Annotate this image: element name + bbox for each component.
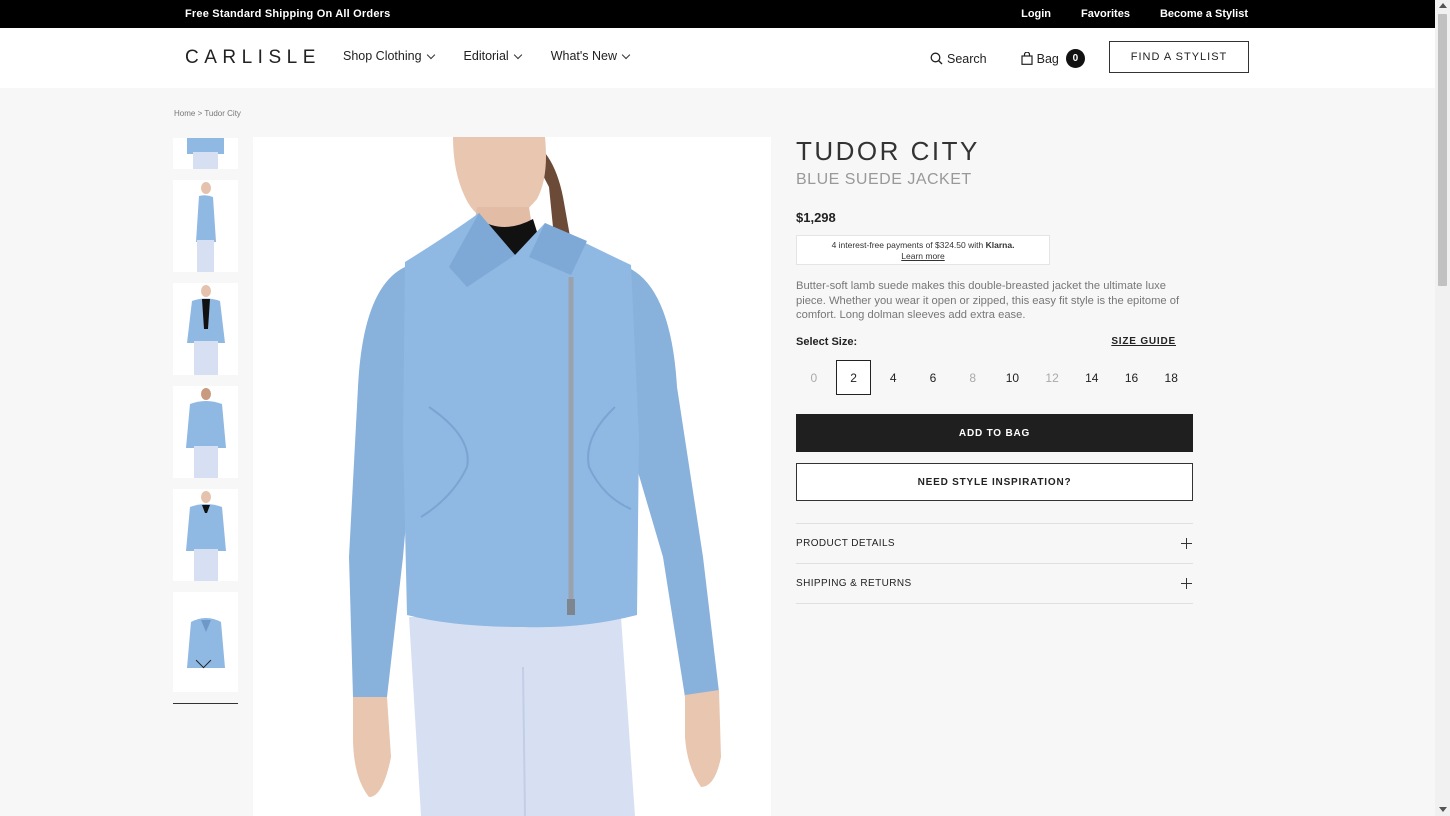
page-scrollbar[interactable]	[1435, 0, 1450, 816]
bag-button[interactable]: Bag 0	[1021, 49, 1085, 68]
find-stylist-button[interactable]: FIND A STYLIST	[1109, 41, 1249, 73]
accordion-label: SHIPPING & RETURNS	[796, 578, 912, 590]
accordion-shipping-returns[interactable]: SHIPPING & RETURNS	[796, 564, 1193, 605]
size-header: Select Size: SIZE GUIDE	[796, 336, 1193, 348]
nav-label: Shop Clothing	[343, 49, 422, 63]
bag-count-badge: 0	[1065, 49, 1085, 68]
product-subtitle: BLUE SUEDE JACKET	[796, 171, 972, 188]
scroll-up-arrow-icon[interactable]	[1439, 3, 1447, 8]
login-link[interactable]: Login	[1021, 8, 1051, 20]
size-option-16[interactable]: 16	[1114, 360, 1150, 395]
product-title: TUDOR CITY	[796, 136, 980, 166]
shipping-message: Free Standard Shipping On All Orders	[185, 8, 391, 20]
size-option-2[interactable]: 2	[835, 360, 872, 396]
thumbnail-image	[187, 285, 225, 375]
size-option-10[interactable]: 10	[995, 360, 1031, 395]
search-label: Search	[947, 51, 987, 66]
account-links: Login Favorites Become a Stylist	[1021, 8, 1248, 20]
nav-shop-clothing[interactable]: Shop Clothing	[343, 49, 435, 63]
size-option-8[interactable]: 8	[955, 360, 991, 395]
product-description: Butter-soft lamb suede makes this double…	[796, 280, 1180, 322]
thumbnail-gallery	[173, 138, 239, 704]
thumbnail-3[interactable]	[173, 283, 238, 375]
become-stylist-link[interactable]: Become a Stylist	[1160, 8, 1248, 20]
product-accordion: PRODUCT DETAILS SHIPPING & RETURNS	[796, 523, 1193, 605]
size-option-0[interactable]: 0	[796, 360, 832, 395]
product-info: TUDOR CITY BLUE SUEDE JACKET $1,298 4 in…	[796, 136, 1193, 605]
bag-icon	[1021, 52, 1033, 65]
size-option-18[interactable]: 18	[1153, 360, 1189, 395]
favorites-link[interactable]: Favorites	[1081, 8, 1130, 20]
select-size-label: Select Size:	[796, 336, 858, 349]
klarna-learn-more-link[interactable]: Learn more	[797, 251, 1049, 262]
thumbnail-image	[186, 388, 226, 478]
thumbnail-6[interactable]	[173, 592, 238, 692]
size-selector: 0 2 4 6 8 10 12 14 16 18	[796, 360, 1193, 396]
chevron-down-icon	[426, 50, 435, 59]
site-header: CARLISLE Shop Clothing Editorial What's …	[0, 28, 1435, 88]
product-photo	[349, 137, 721, 816]
style-inspiration-button[interactable]: NEED STYLE INSPIRATION?	[796, 463, 1193, 502]
size-option-12[interactable]: 12	[1034, 360, 1070, 395]
promo-bar: Free Standard Shipping On All Orders Log…	[0, 0, 1435, 28]
logo[interactable]: CARLISLE	[185, 47, 321, 69]
search-icon	[930, 52, 943, 65]
accordion-label: PRODUCT DETAILS	[796, 538, 895, 550]
add-to-bag-button[interactable]: ADD TO BAG	[796, 414, 1193, 453]
nav-label: What's New	[550, 49, 617, 63]
scrollbar-thumb[interactable]	[1438, 14, 1447, 286]
plus-icon	[1181, 578, 1192, 590]
thumbnail-image	[187, 138, 224, 169]
chevron-down-icon	[621, 50, 631, 59]
chevron-down-icon	[513, 50, 522, 59]
nav-label: Editorial	[463, 49, 509, 63]
nav-whats-new[interactable]: What's New	[550, 49, 631, 63]
thumbnail-2[interactable]	[173, 180, 238, 272]
nav-editorial[interactable]: Editorial	[463, 49, 522, 63]
thumbnail-1[interactable]	[173, 138, 238, 169]
thumbnail-4[interactable]	[173, 386, 238, 478]
breadcrumb[interactable]: Home > Tudor City	[174, 109, 241, 118]
size-guide-link[interactable]: SIZE GUIDE	[1111, 336, 1176, 348]
main-nav: Shop Clothing Editorial What's New	[343, 49, 659, 63]
klarna-banner: 4 interest-free payments of $324.50 with…	[796, 235, 1050, 265]
plus-icon	[1181, 538, 1192, 550]
klarna-logo: Klarna.	[985, 240, 1015, 250]
size-option-4[interactable]: 4	[875, 360, 911, 395]
product-price: $1,298	[796, 210, 836, 225]
scroll-down-arrow-icon[interactable]	[1439, 807, 1447, 812]
klarna-text: 4 interest-free payments of $324.50 with	[831, 240, 984, 250]
thumbnail-image	[187, 618, 225, 668]
header-actions: Search Bag 0	[930, 49, 1085, 68]
size-option-6[interactable]: 6	[915, 360, 951, 395]
thumbnail-image	[186, 491, 226, 581]
size-option-14[interactable]: 14	[1074, 360, 1110, 395]
search-button[interactable]: Search	[930, 52, 987, 66]
accordion-product-details[interactable]: PRODUCT DETAILS	[796, 524, 1193, 565]
thumbnail-5[interactable]	[173, 489, 238, 581]
bag-label: Bag	[1036, 51, 1059, 66]
thumbnail-divider	[173, 703, 238, 704]
thumbnail-image	[196, 182, 216, 272]
product-main-image[interactable]	[253, 137, 771, 816]
